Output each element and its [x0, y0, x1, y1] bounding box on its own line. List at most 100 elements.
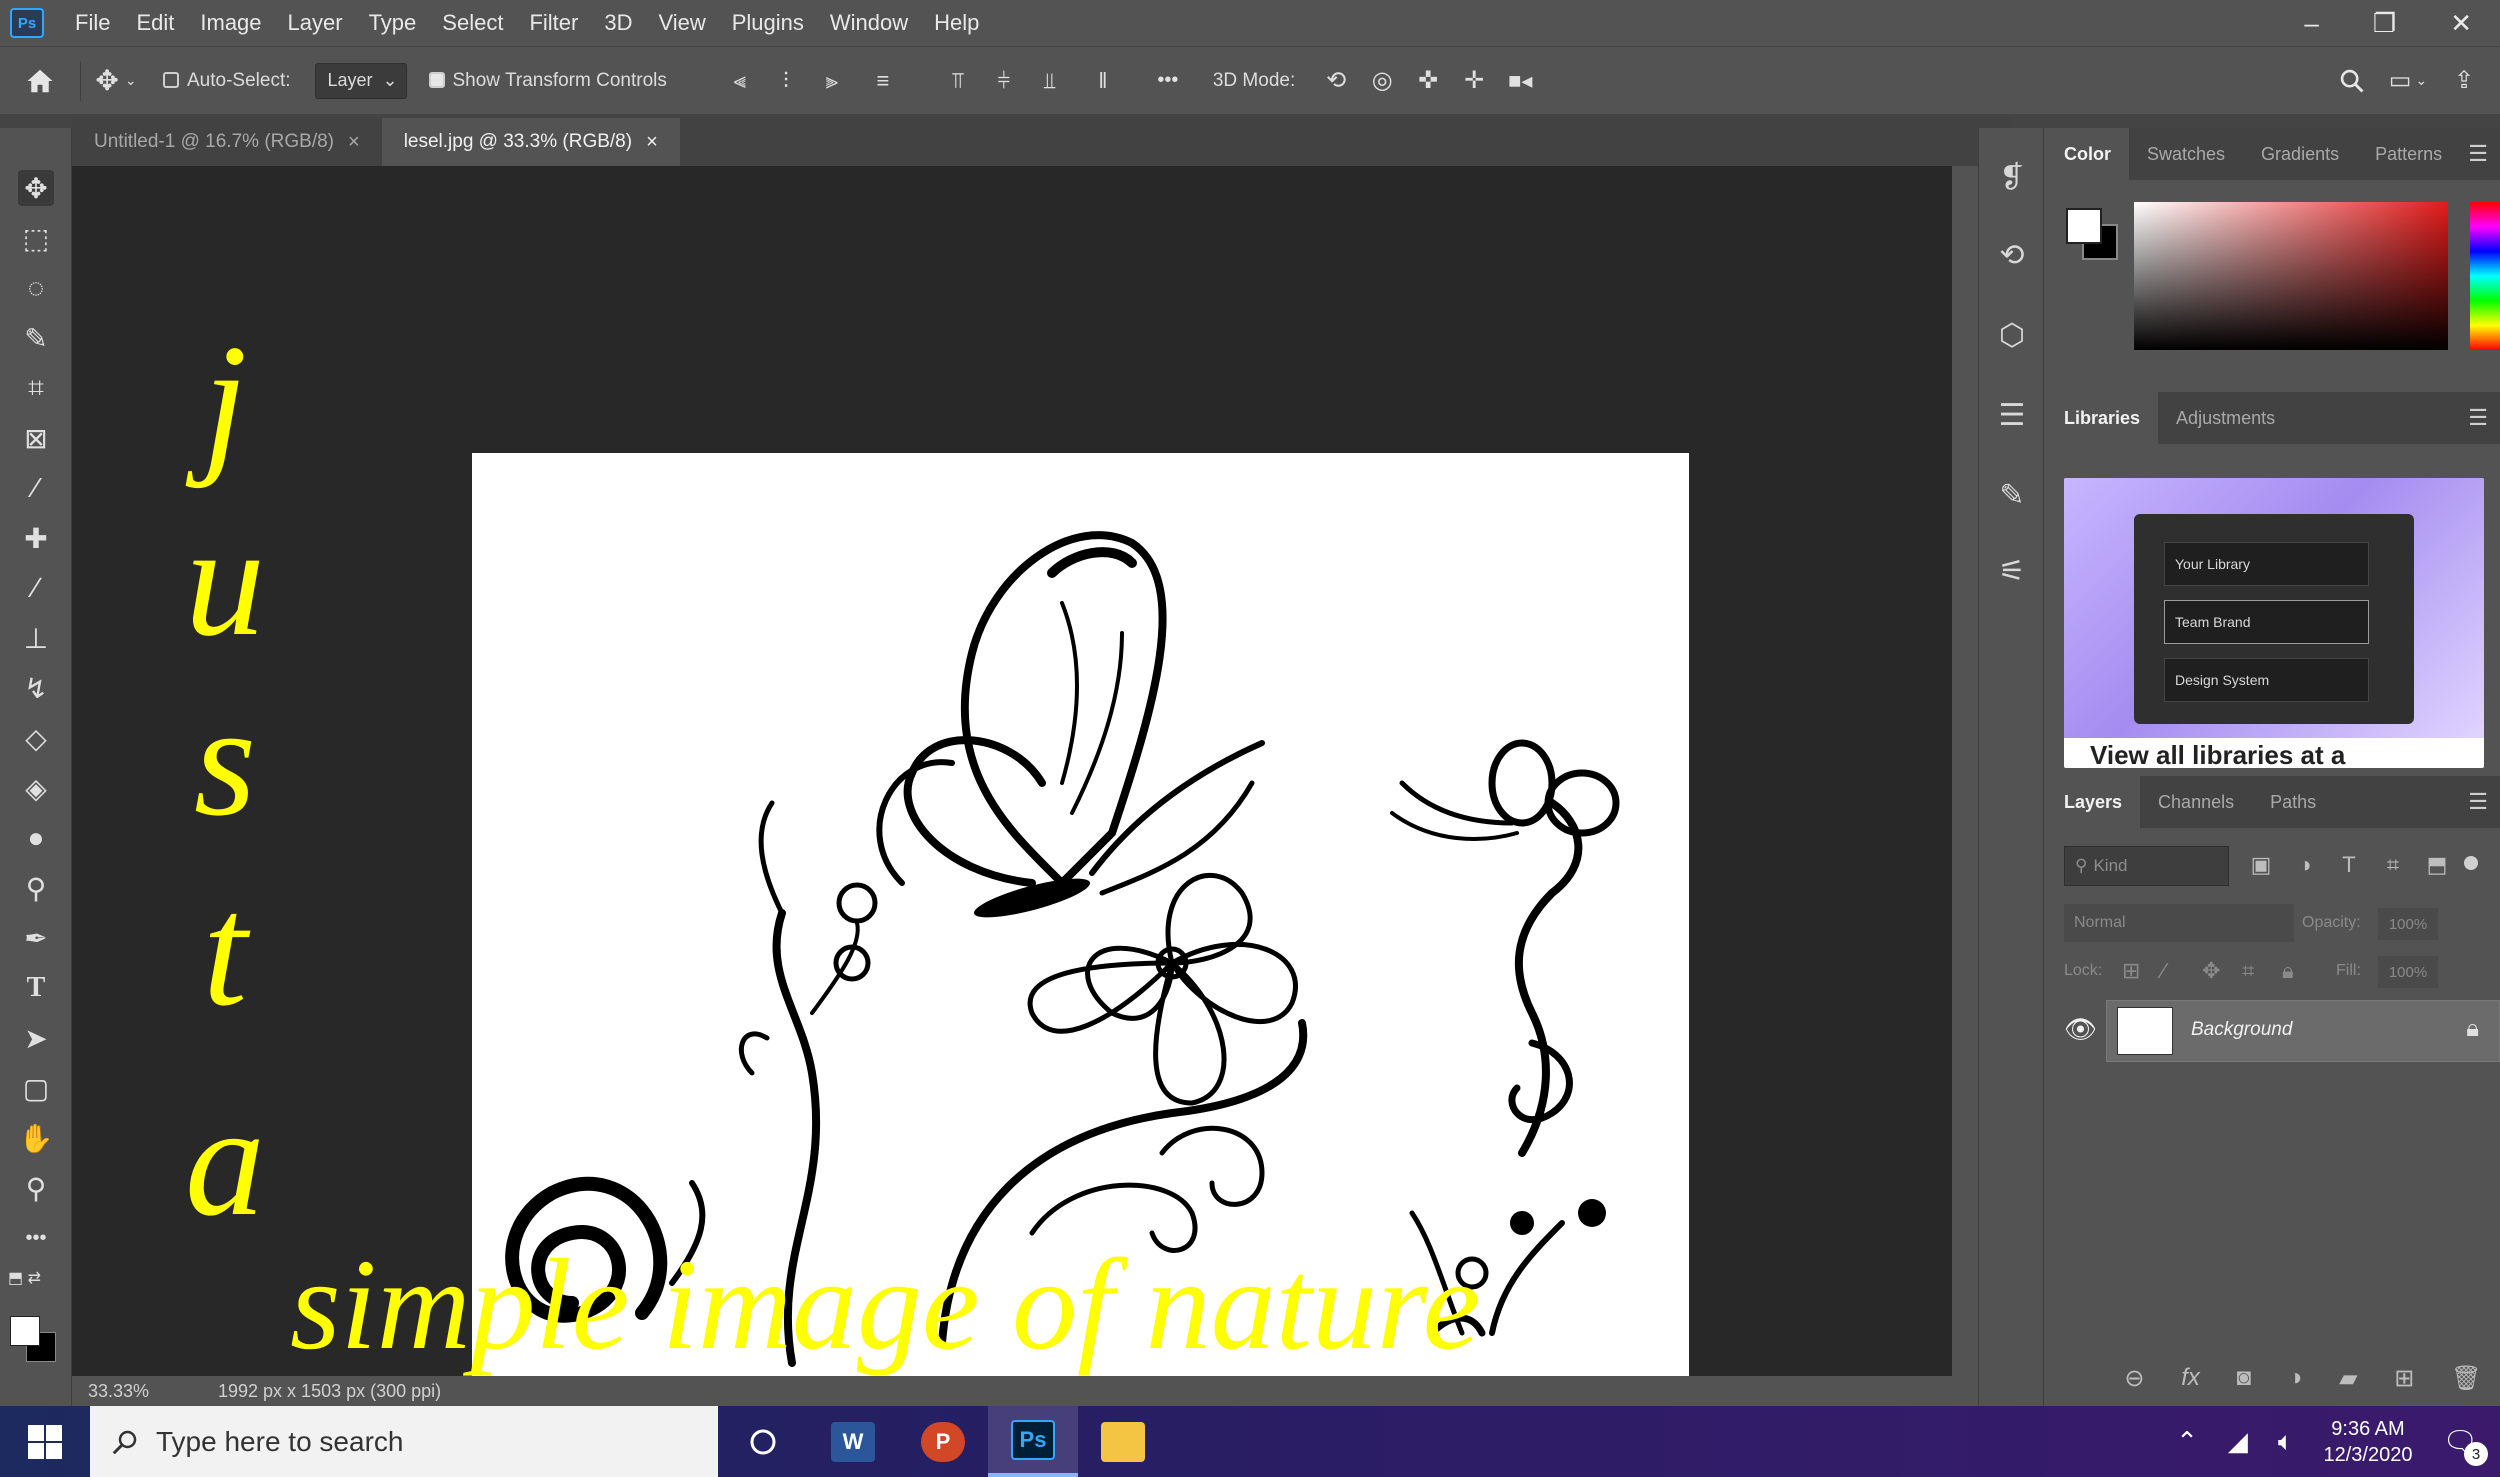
3d-camera-icon[interactable]: ■◂: [1497, 68, 1543, 94]
new-layer-icon[interactable]: ⊞: [2394, 1364, 2414, 1393]
marquee-tool-icon[interactable]: ⬚: [18, 220, 54, 256]
libraries-promo-card[interactable]: Your Library Team Brand Design System Vi…: [2064, 478, 2484, 768]
3d-panel-icon[interactable]: ⬡: [1993, 316, 2031, 354]
tab-layers[interactable]: Layers: [2046, 776, 2141, 828]
3d-pan-icon[interactable]: ✜: [1405, 66, 1451, 95]
menu-image[interactable]: Image: [187, 10, 274, 36]
home-icon[interactable]: [0, 66, 80, 96]
adjustments-panel-icon[interactable]: ☰: [1993, 396, 2031, 434]
link-layers-icon[interactable]: ⊖: [2124, 1364, 2144, 1393]
distribute-vertical-icon[interactable]: ‖: [1073, 68, 1133, 94]
start-button[interactable]: [0, 1406, 90, 1477]
pen-tool-icon[interactable]: ✒: [18, 920, 54, 956]
quick-selection-tool-icon[interactable]: ✎: [18, 320, 54, 356]
color-picker-field[interactable]: [2134, 202, 2448, 350]
dodge-tool-icon[interactable]: ⚲: [18, 870, 54, 906]
shape-filter-icon[interactable]: ⌗: [2378, 850, 2408, 880]
sliders-panel-icon[interactable]: ⚟: [1993, 552, 2031, 590]
auto-select-checkbox[interactable]: Auto-Select:: [163, 70, 291, 92]
tab-untitled-1[interactable]: Untitled-1 @ 16.7% (RGB/8) ×: [72, 118, 382, 166]
foreground-swatch[interactable]: [2066, 208, 2102, 244]
3d-roll-icon[interactable]: ◎: [1359, 66, 1405, 95]
align-left-icon[interactable]: ⫷: [717, 68, 763, 94]
share-icon[interactable]: ⇪: [2436, 66, 2492, 95]
menu-edit[interactable]: Edit: [123, 10, 187, 36]
lock-artboard-icon[interactable]: ⌗: [2242, 958, 2254, 984]
filter-toggle[interactable]: [2464, 856, 2478, 870]
opacity-field[interactable]: 100%: [2378, 908, 2438, 940]
fill-field[interactable]: 100%: [2378, 956, 2438, 988]
path-selection-tool-icon[interactable]: ➤: [18, 1020, 54, 1056]
menu-select[interactable]: Select: [429, 10, 516, 36]
close-button[interactable]: ✕: [2450, 8, 2472, 39]
lock-all-icon[interactable]: 🔒︎: [2282, 958, 2294, 984]
more-options-button[interactable]: •••: [1133, 69, 1203, 92]
document-info[interactable]: 1992 px x 1503 px (300 ppi): [218, 1381, 441, 1402]
image-filter-icon[interactable]: ▣: [2246, 850, 2276, 880]
restore-button[interactable]: ❐: [2373, 8, 2396, 39]
3d-orbit-icon[interactable]: ⟲: [1313, 66, 1359, 95]
network-icon[interactable]: ◢: [2228, 1426, 2248, 1457]
lock-transparency-icon[interactable]: ⊞: [2122, 958, 2140, 984]
taskbar-search-box[interactable]: Type here to search: [90, 1406, 718, 1477]
eye-icon[interactable]: 👁︎: [2064, 1014, 2097, 1045]
menu-file[interactable]: File: [62, 10, 123, 36]
clone-stamp-tool-icon[interactable]: ⊥: [18, 620, 54, 656]
hand-tool-icon[interactable]: ✋: [18, 1120, 54, 1156]
menu-view[interactable]: View: [645, 10, 718, 36]
fx-icon[interactable]: fx: [2181, 1364, 2200, 1392]
distribute-icon[interactable]: ≡: [855, 68, 911, 94]
panel-menu-icon[interactable]: ☰: [2468, 141, 2488, 167]
smart-object-filter-icon[interactable]: ⬒: [2422, 850, 2452, 880]
close-tab-icon[interactable]: ×: [348, 131, 360, 154]
chevron-up-icon[interactable]: ⌃: [2176, 1426, 2198, 1457]
blend-mode-dropdown[interactable]: Normal: [2064, 904, 2294, 942]
panel-menu-icon[interactable]: ☰: [2468, 405, 2488, 431]
history-brush-tool-icon[interactable]: ↯: [18, 670, 54, 706]
taskbar-word[interactable]: W: [808, 1406, 898, 1477]
default-colors-icon[interactable]: ⬒ ⇄: [8, 1268, 41, 1288]
menu-layer[interactable]: Layer: [275, 10, 356, 36]
group-folder-icon[interactable]: ▰: [2339, 1364, 2357, 1393]
zoom-level[interactable]: 33.33%: [88, 1381, 208, 1402]
trash-icon[interactable]: 🗑︎: [2451, 1364, 2481, 1393]
tab-swatches[interactable]: Swatches: [2129, 128, 2243, 180]
align-top-icon[interactable]: ⫪: [935, 68, 981, 94]
cortana-button[interactable]: [718, 1406, 808, 1477]
workspace-icon[interactable]: ▭ ⌄: [2380, 66, 2436, 95]
paint-bucket-tool-icon[interactable]: ◈: [18, 770, 54, 806]
adjustment-filter-icon[interactable]: ◑: [2290, 850, 2320, 880]
taskbar-powerpoint[interactable]: P: [898, 1406, 988, 1477]
lasso-tool-icon[interactable]: ◌: [18, 270, 54, 306]
brush-tool-icon[interactable]: ∕: [18, 570, 54, 606]
notification-center-icon[interactable]: 🗨︎ 3: [2442, 1425, 2488, 1466]
tab-gradients[interactable]: Gradients: [2243, 128, 2357, 180]
tab-adjustments[interactable]: Adjustments: [2158, 392, 2293, 444]
history-panel-icon[interactable]: ⟲: [1993, 236, 2031, 274]
rectangle-tool-icon[interactable]: ▢: [18, 1070, 54, 1106]
type-tool-icon[interactable]: T: [18, 970, 54, 1006]
show-transform-controls-checkbox[interactable]: Show Transform Controls: [428, 70, 667, 92]
foreground-color-swatch[interactable]: [10, 1316, 40, 1346]
move-tool-preset-icon[interactable]: ✥ ⌄: [81, 64, 151, 97]
tab-color[interactable]: Color: [2046, 128, 2129, 180]
panel-menu-icon[interactable]: ☰: [2468, 789, 2488, 815]
align-middle-icon[interactable]: ⫩: [981, 68, 1027, 94]
3d-slide-icon[interactable]: ✛: [1451, 66, 1497, 95]
menu-help[interactable]: Help: [921, 10, 992, 36]
menu-3d[interactable]: 3D: [591, 10, 645, 36]
crop-tool-icon[interactable]: ⌗: [18, 370, 54, 406]
menu-filter[interactable]: Filter: [516, 10, 591, 36]
zoom-tool-icon[interactable]: ⚲: [18, 1170, 54, 1206]
menu-window[interactable]: Window: [817, 10, 921, 36]
type-filter-icon[interactable]: T: [2334, 850, 2364, 880]
blur-tool-icon[interactable]: ●: [18, 820, 54, 856]
canvas-area[interactable]: [72, 166, 1952, 1420]
adjustment-layer-icon[interactable]: ◑: [2288, 1364, 2303, 1392]
add-mask-icon[interactable]: ◙: [2237, 1364, 2252, 1392]
align-right-icon[interactable]: ⫸: [809, 68, 855, 94]
brushes-panel-icon[interactable]: ✎: [1993, 476, 2031, 514]
taskbar-photoshop[interactable]: Ps: [988, 1406, 1078, 1477]
eraser-tool-icon[interactable]: ◇: [18, 720, 54, 756]
move-tool-icon[interactable]: ✥: [18, 170, 54, 206]
